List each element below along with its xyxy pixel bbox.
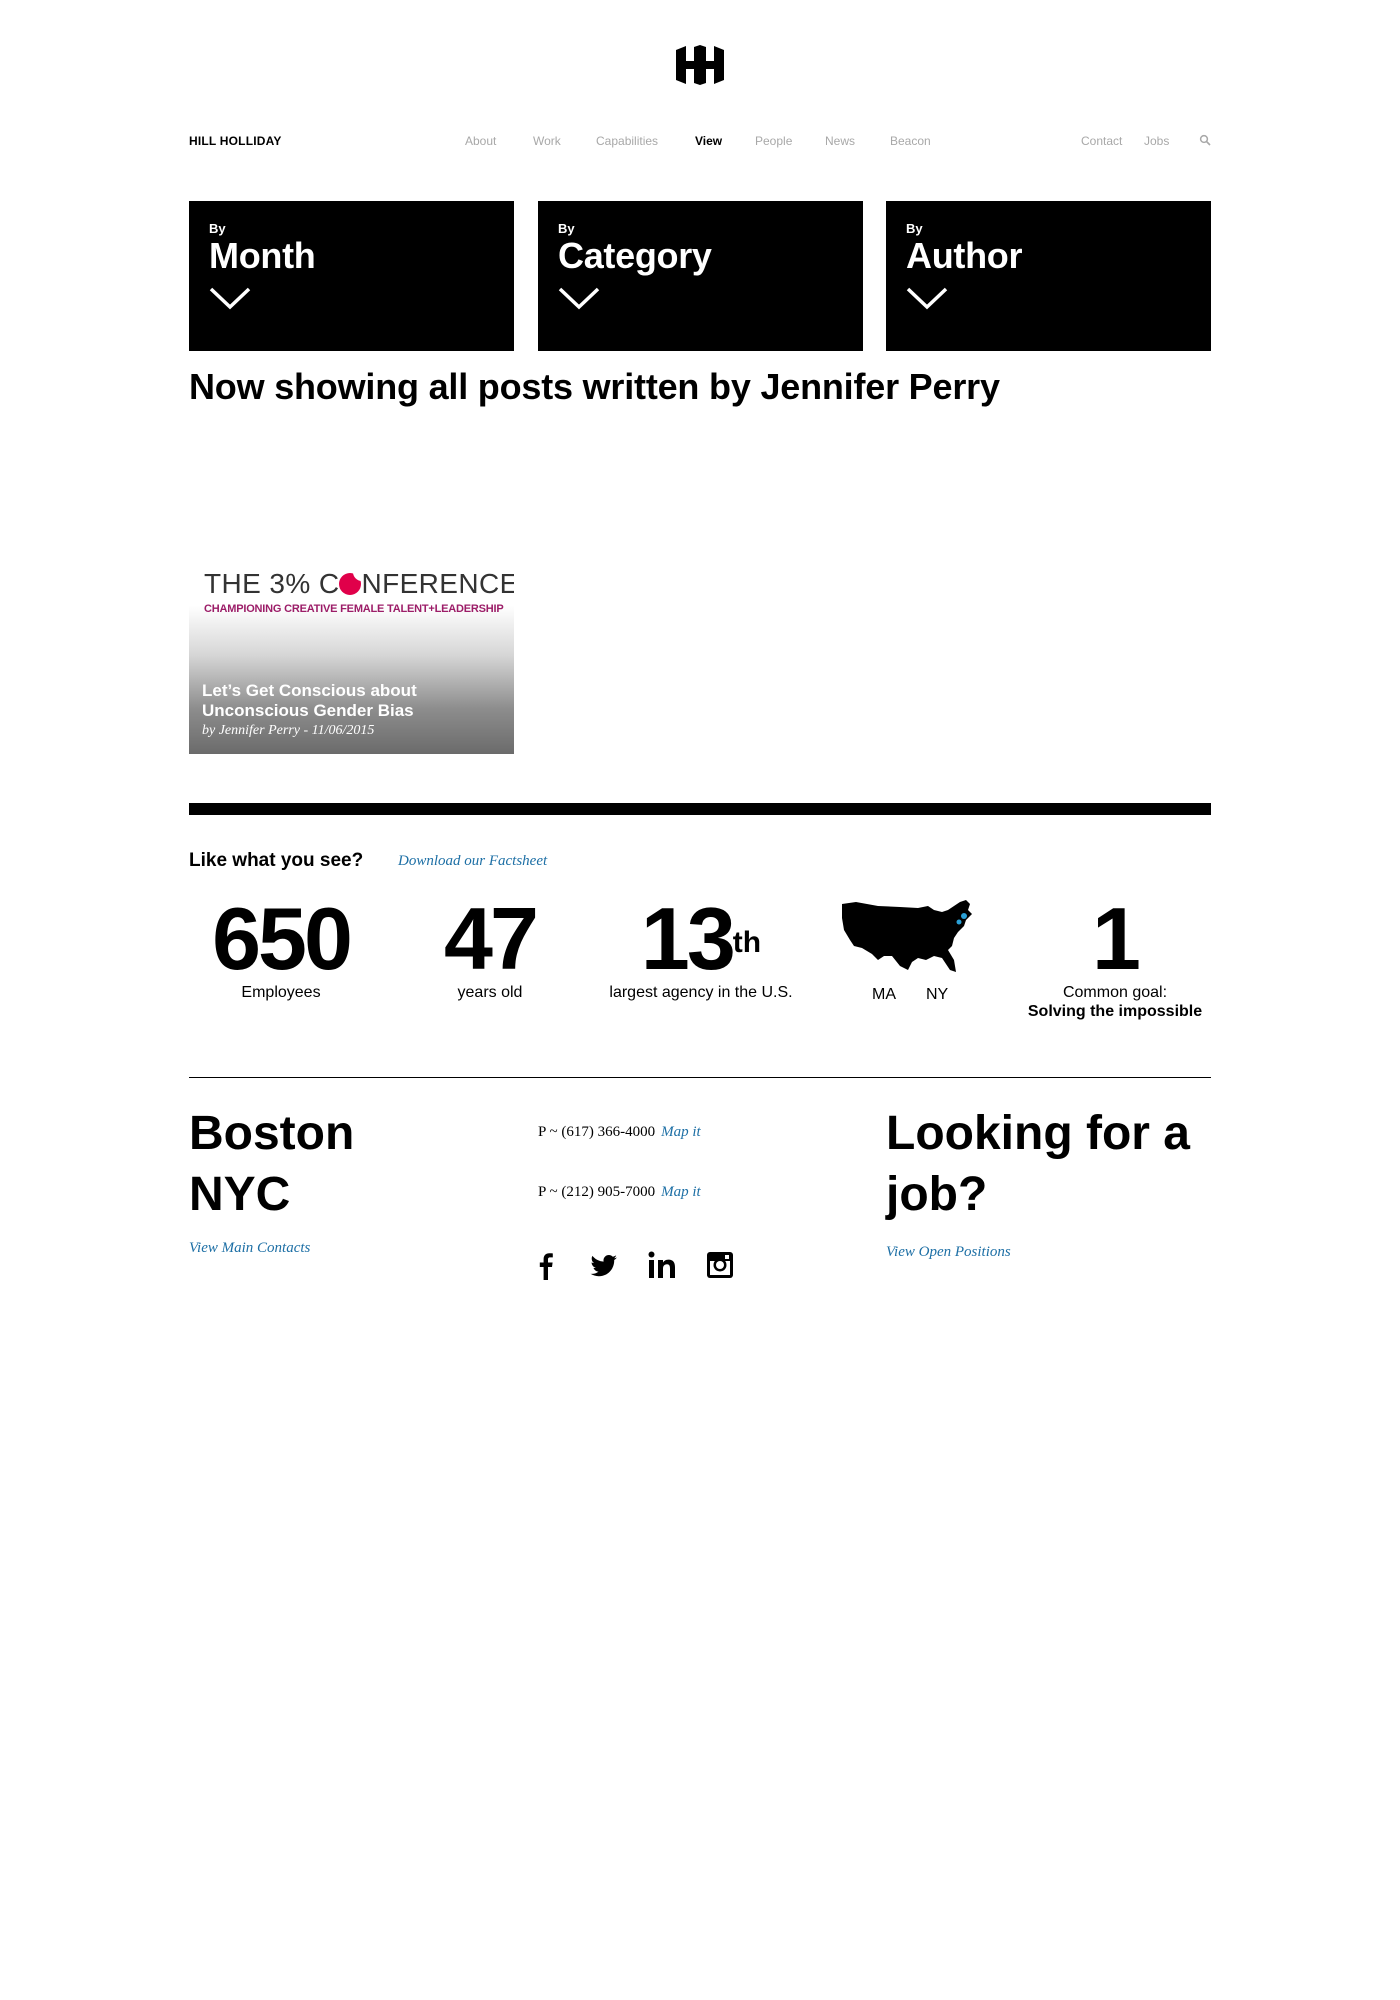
jobs-heading: Looking for a job? — [886, 1107, 1190, 1221]
location-ma: MA — [872, 986, 896, 1003]
nav-news[interactable]: News — [825, 132, 855, 150]
factsheet-prompt: Like what you see? — [189, 850, 364, 871]
filter-label: Author — [906, 235, 1023, 276]
download-factsheet-link[interactable]: Download our Factsheet — [398, 853, 547, 870]
phone-number: P ~ (617) 366-4000 — [538, 1124, 656, 1140]
nav-capabilities[interactable]: Capabilities — [596, 132, 658, 150]
stat-ranking: 13th largest agency in the U.S. — [596, 895, 806, 1002]
chevron-down-icon — [209, 287, 251, 310]
map-it-link[interactable]: Map it — [661, 1184, 701, 1200]
page-title: Now showing all posts written by Jennife… — [189, 366, 1000, 407]
filter-prefix: By — [906, 221, 923, 236]
filter-prefix: By — [558, 221, 575, 236]
filter-by-author[interactable]: By Author — [886, 201, 1211, 351]
search-icon[interactable] — [1199, 134, 1211, 146]
stat-label-bold: Solving the impossible — [1027, 1003, 1203, 1020]
twitter-icon[interactable] — [589, 1250, 619, 1280]
chevron-down-icon — [558, 287, 600, 310]
phone-number: P ~ (212) 905-7000 — [538, 1184, 656, 1200]
usa-map-icon — [842, 900, 972, 972]
nav-jobs[interactable]: Jobs — [1144, 132, 1169, 150]
location-labels: MA NY — [872, 986, 978, 1004]
hill-holliday-logo[interactable] — [674, 44, 726, 86]
post-title[interactable]: Let’s Get Conscious about Unconscious Ge… — [202, 681, 502, 721]
facebook-icon[interactable] — [531, 1250, 561, 1280]
office-cities: Boston NYC — [189, 1103, 354, 1225]
stat-label: years old — [457, 984, 523, 1001]
stat-employees: 650 Employees — [196, 895, 366, 1002]
post-filters: By Month By Category By Author — [189, 201, 1211, 351]
footer-divider — [189, 1077, 1211, 1078]
nav-contact[interactable]: Contact — [1081, 132, 1122, 150]
chevron-down-icon — [906, 287, 948, 310]
ordinal-suffix: th — [732, 926, 762, 959]
conference-logo-title: THE 3% C NFERENCE — [204, 568, 514, 599]
linkedin-icon[interactable] — [647, 1250, 677, 1280]
filter-prefix: By — [209, 221, 226, 236]
stat-label: largest agency in the U.S. — [609, 984, 793, 1001]
city-nyc: NYC — [189, 1168, 291, 1221]
phone-nyc: P ~ (212) 905-7000 Map it — [538, 1184, 701, 1201]
map-it-link[interactable]: Map it — [661, 1124, 701, 1140]
view-main-contacts-link[interactable]: View Main Contacts — [189, 1240, 310, 1257]
section-divider — [189, 803, 1211, 815]
nav-beacon[interactable]: Beacon — [890, 132, 931, 150]
post-byline: by Jennifer Perry - 11/06/2015 — [202, 723, 375, 738]
stat-years: 47 years old — [420, 895, 560, 1002]
nav-about[interactable]: About — [465, 132, 496, 150]
instagram-icon[interactable] — [705, 1250, 735, 1280]
view-open-positions-link[interactable]: View Open Positions — [886, 1244, 1011, 1261]
filter-by-month[interactable]: By Month — [189, 201, 514, 351]
location-ny: NY — [926, 986, 949, 1003]
filter-label: Category — [558, 235, 712, 276]
nav-people[interactable]: People — [755, 132, 792, 150]
nav-view[interactable]: View — [695, 132, 722, 150]
nav-work[interactable]: Work — [533, 132, 561, 150]
stat-label: Common goal: — [1062, 984, 1168, 1001]
city-boston: Boston — [189, 1107, 355, 1160]
filter-by-category[interactable]: By Category — [538, 201, 863, 351]
phone-boston: P ~ (617) 366-4000 Map it — [538, 1124, 701, 1141]
stat-goal: 1 Common goal: Solving the impossible — [1015, 895, 1215, 1021]
secondary-nav: Contact Jobs — [1081, 132, 1211, 150]
stat-number: 13th — [640, 889, 762, 988]
main-navigation: HILL HOLLIDAY About Work Capabilities Vi… — [189, 132, 1211, 152]
stat-number: 47 — [444, 889, 539, 988]
post-card[interactable]: THE 3% C NFERENCE CHAMPIONING CREATIVE FE… — [189, 548, 514, 754]
conference-dot-icon — [339, 572, 363, 595]
stat-number: 650 — [212, 889, 353, 988]
stat-number: 1 — [1092, 889, 1141, 988]
brand-name[interactable]: HILL HOLLIDAY — [189, 132, 282, 150]
filter-label: Month — [209, 235, 316, 276]
conference-logo-subtitle: CHAMPIONING CREATIVE FEMALE TALENT+LEADE… — [204, 603, 504, 615]
